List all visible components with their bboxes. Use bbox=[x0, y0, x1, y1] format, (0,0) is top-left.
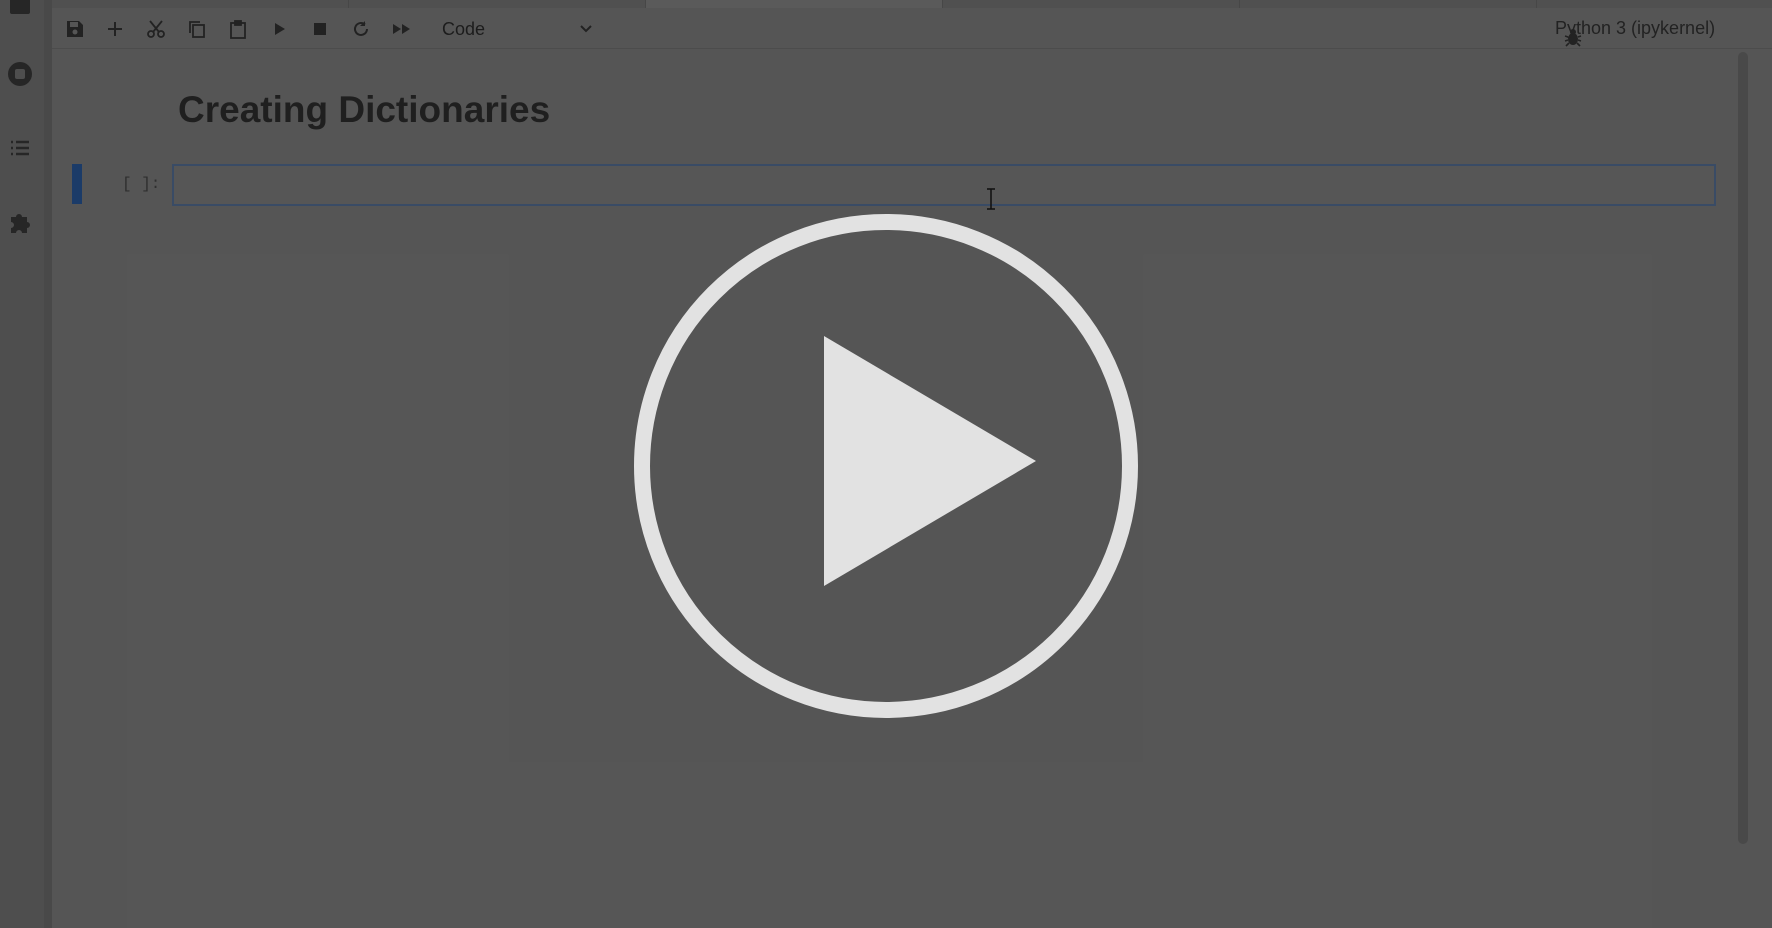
jupyterlab-window: Code Python 3 (ipykernel) Creating Dicti… bbox=[0, 0, 1772, 928]
play-icon[interactable] bbox=[632, 212, 1140, 720]
